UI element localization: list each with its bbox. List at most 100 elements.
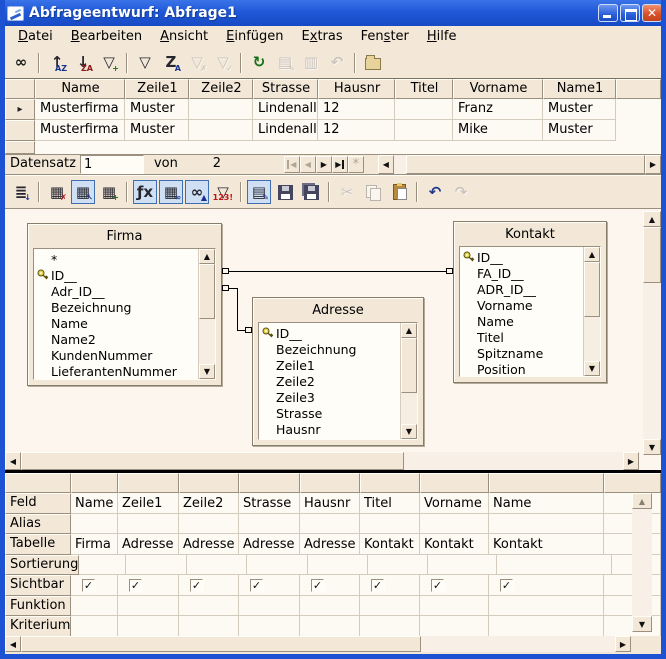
criteria-column-header[interactable]: [71, 473, 118, 493]
row-selector-header[interactable]: [5, 79, 35, 99]
scroll-up-icon[interactable]: ▲: [584, 247, 600, 262]
criteria-cell[interactable]: [300, 596, 360, 617]
query-design-area[interactable]: Firma*ID__Adr_ID__BezeichnungNameName2Ku…: [5, 208, 661, 470]
data-source-of-document-icon[interactable]: [361, 51, 385, 75]
scroll-down-icon[interactable]: ▼: [199, 364, 215, 379]
criteria-cell[interactable]: [126, 555, 187, 576]
field-item[interactable]: FA_ID__: [460, 265, 583, 281]
field-list-scrollbar[interactable]: ▲▼: [400, 323, 417, 439]
field-item[interactable]: Name: [34, 315, 198, 331]
criteria-cell[interactable]: [300, 616, 360, 636]
criteria-column-header[interactable]: [360, 473, 420, 493]
close-button[interactable]: [642, 4, 662, 22]
field-item[interactable]: ID__: [34, 267, 198, 283]
undo-icon[interactable]: ↶: [423, 180, 447, 204]
criteria-cell[interactable]: Adresse: [118, 534, 179, 555]
column-header-vorname[interactable]: Vorname: [453, 79, 543, 99]
table-name-icon[interactable]: ▦∞: [159, 180, 183, 204]
criteria-vscrollbar[interactable]: ▲ ▼: [632, 493, 652, 632]
field-item[interactable]: Adr_ID__: [34, 283, 198, 299]
criteria-cell[interactable]: [360, 514, 420, 535]
data-cell[interactable]: Franz: [453, 99, 543, 120]
criteria-cell[interactable]: [118, 616, 179, 636]
criteria-cell[interactable]: [300, 514, 360, 535]
field-item[interactable]: KundenNummer: [34, 347, 198, 363]
minimize-button[interactable]: [598, 4, 618, 22]
criteria-column-header[interactable]: [489, 473, 604, 493]
row-selector[interactable]: [5, 120, 35, 141]
distinct-values-icon[interactable]: ▽123!: [211, 180, 235, 204]
criteria-cell[interactable]: Adresse: [239, 534, 300, 555]
criteria-cell[interactable]: [118, 596, 179, 617]
criteria-cell[interactable]: [420, 616, 489, 636]
data-cell[interactable]: Lindenalle: [253, 99, 318, 120]
column-header-zeile1[interactable]: Zeile1: [125, 79, 189, 99]
field-item[interactable]: LieferantenNummer: [34, 363, 198, 379]
criteria-column-header[interactable]: [118, 473, 179, 493]
scroll-right-icon[interactable]: ▶: [623, 452, 639, 470]
column-header-name1[interactable]: Name1: [543, 79, 616, 99]
next-record-button[interactable]: ▶: [316, 156, 332, 173]
criteria-cell[interactable]: Kontakt: [420, 534, 489, 555]
criteria-cell[interactable]: Adresse: [179, 534, 239, 555]
field-item[interactable]: ID__: [259, 325, 400, 341]
field-item[interactable]: Spitzname: [460, 345, 583, 361]
criteria-cell[interactable]: ✓: [71, 575, 118, 596]
criteria-cell[interactable]: Adresse: [300, 534, 360, 555]
field-item[interactable]: Bezeichnung: [259, 341, 400, 357]
standard-filter-icon[interactable]: ▽: [133, 51, 157, 75]
criteria-cell[interactable]: Name: [489, 493, 604, 514]
criteria-cell[interactable]: Kontakt: [489, 534, 604, 555]
data-cell[interactable]: Muster: [125, 99, 189, 120]
column-header-zeile2[interactable]: Zeile2: [189, 79, 253, 99]
criteria-cell[interactable]: [368, 555, 428, 576]
criteria-cell[interactable]: Titel: [360, 493, 420, 514]
visible-checkbox[interactable]: ✓: [311, 579, 324, 592]
criteria-cell[interactable]: [420, 596, 489, 617]
scroll-up-icon[interactable]: ▲: [632, 493, 652, 509]
criteria-cell[interactable]: [489, 616, 604, 636]
design-vscrollbar[interactable]: ▲ ▼: [643, 211, 661, 455]
switch-design-view-icon[interactable]: ▦↖: [71, 180, 95, 204]
criteria-cell[interactable]: Name: [71, 493, 118, 514]
criteria-cell[interactable]: ✓: [239, 575, 300, 596]
criteria-cell[interactable]: ✓: [420, 575, 489, 596]
criteria-cell[interactable]: [239, 596, 300, 617]
criteria-cell[interactable]: [360, 616, 420, 636]
scroll-left-icon[interactable]: ◀: [5, 452, 21, 470]
add-table-icon[interactable]: ▦+: [97, 180, 121, 204]
criteria-column-header[interactable]: [239, 473, 300, 493]
criteria-cell[interactable]: ✓: [179, 575, 239, 596]
scroll-down-icon[interactable]: ▼: [632, 616, 652, 632]
menu-datei[interactable]: Datei: [9, 27, 62, 46]
edit-icon[interactable]: ▤✎: [247, 180, 271, 204]
criteria-cell[interactable]: [360, 596, 420, 617]
save-icon[interactable]: [273, 180, 297, 204]
field-item[interactable]: *: [34, 251, 198, 267]
field-item[interactable]: Bezeichnung: [34, 299, 198, 315]
criteria-column-header[interactable]: [179, 473, 239, 493]
field-item[interactable]: Postfach: [259, 437, 400, 439]
data-grid-hscrollbar[interactable]: ◀ ▶: [378, 155, 661, 174]
design-hscrollbar[interactable]: ◀ ▶: [5, 452, 639, 470]
data-cell[interactable]: Lindenalle: [253, 120, 318, 141]
criteria-cell[interactable]: ✓: [118, 575, 179, 596]
field-item[interactable]: Name2: [34, 331, 198, 347]
criteria-cell[interactable]: [118, 514, 179, 535]
menu-bearbeiten[interactable]: Bearbeiten: [62, 27, 151, 46]
clear-query-icon[interactable]: ▦✗: [45, 180, 69, 204]
field-item[interactable]: ID__: [460, 249, 583, 265]
criteria-cell[interactable]: Strasse: [239, 493, 300, 514]
criteria-cell[interactable]: Vorname: [420, 493, 489, 514]
data-cell[interactable]: [395, 120, 453, 141]
paste-icon[interactable]: [387, 180, 411, 204]
field-item[interactable]: Titel: [460, 329, 583, 345]
visible-checkbox[interactable]: ✓: [431, 579, 444, 592]
sort-order-icon[interactable]: ZA: [159, 51, 183, 75]
criteria-cell[interactable]: [420, 514, 489, 535]
criteria-cell[interactable]: [247, 555, 308, 576]
scroll-up-icon[interactable]: ▲: [643, 211, 661, 227]
criteria-hscrollbar[interactable]: ◀ ▶: [5, 636, 631, 652]
field-item[interactable]: Zeile3: [259, 389, 400, 405]
field-item[interactable]: Zeile1: [259, 357, 400, 373]
